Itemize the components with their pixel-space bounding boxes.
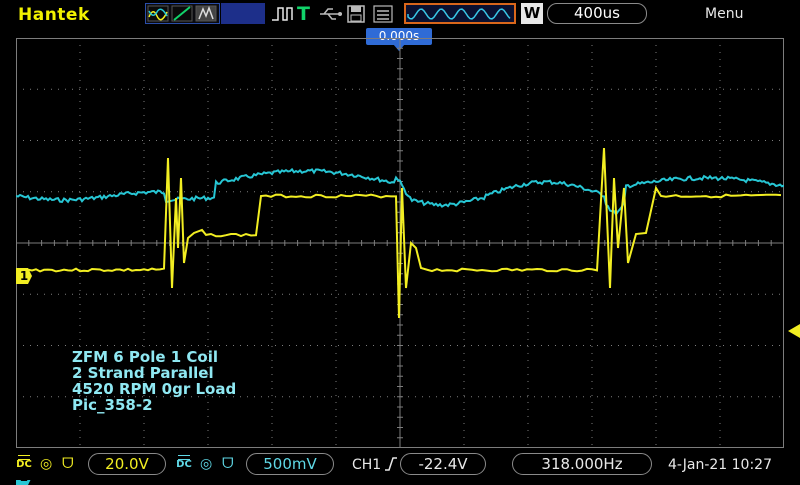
timebase-mode-label: W [521, 3, 543, 24]
ch1-volts-per-div[interactable]: 20.0V [88, 453, 166, 475]
trigger-level-value[interactable]: -22.4V [400, 453, 486, 475]
frequency-counter: 318.000Hz [512, 453, 652, 475]
trigger-source[interactable]: CH1 [352, 457, 381, 473]
annotation-line: 4520 RPM 0gr Load [72, 380, 237, 398]
trigger-position-meter[interactable] [404, 3, 516, 24]
annotation-line: Pic_358-2 [72, 396, 153, 414]
waveform-annotation: ZFM 6 Pole 1 Coil 2 Strand Parallel 4520… [72, 349, 236, 413]
display-mode-icons [147, 5, 217, 22]
ch1-bandwidth-icon: ◎ [40, 456, 53, 472]
trigger-level-marker[interactable] [788, 324, 800, 338]
ch1-coupling-label: DC [16, 459, 32, 470]
trigger-meter-wave [407, 8, 511, 20]
date-time: 4-Jan-21 10:27 [668, 457, 772, 473]
trigger-status: T [297, 3, 310, 25]
annotation-line: ZFM 6 Pole 1 Coil [72, 348, 219, 366]
bottom-status-bar: DC ◎ ᗜ 20.0V DC ◎ ᗜ 500mV CH1 -22.4V 318… [0, 450, 800, 480]
brand-logo: Hantek [18, 5, 90, 25]
timebase-value[interactable]: 400us [547, 3, 647, 24]
display-mode-selector[interactable] [145, 3, 220, 24]
save-icon[interactable] [346, 4, 366, 24]
ch2-volts-per-div[interactable]: 500mV [246, 453, 334, 475]
ch1-invert-icon: ᗜ [62, 456, 74, 472]
ch2-coupling-label: DC [176, 459, 192, 470]
menu-button[interactable]: Menu [705, 6, 743, 22]
ch2-bandwidth-icon: ◎ [200, 456, 213, 472]
ch2-coupling-icon[interactable]: DC [176, 454, 192, 474]
annotation-line: 2 Strand Parallel [72, 364, 214, 382]
ch1-coupling-icon[interactable]: DC [16, 454, 32, 474]
rising-edge-icon[interactable] [384, 455, 398, 473]
usb-icon [320, 8, 342, 20]
ch2-invert-icon: ᗜ [222, 456, 234, 472]
status-indicator [221, 3, 265, 24]
trigger-edge-icon [272, 7, 293, 21]
settings-icon[interactable] [372, 3, 394, 25]
top-toolbar: Hantek T W 400us Menu [0, 0, 800, 30]
